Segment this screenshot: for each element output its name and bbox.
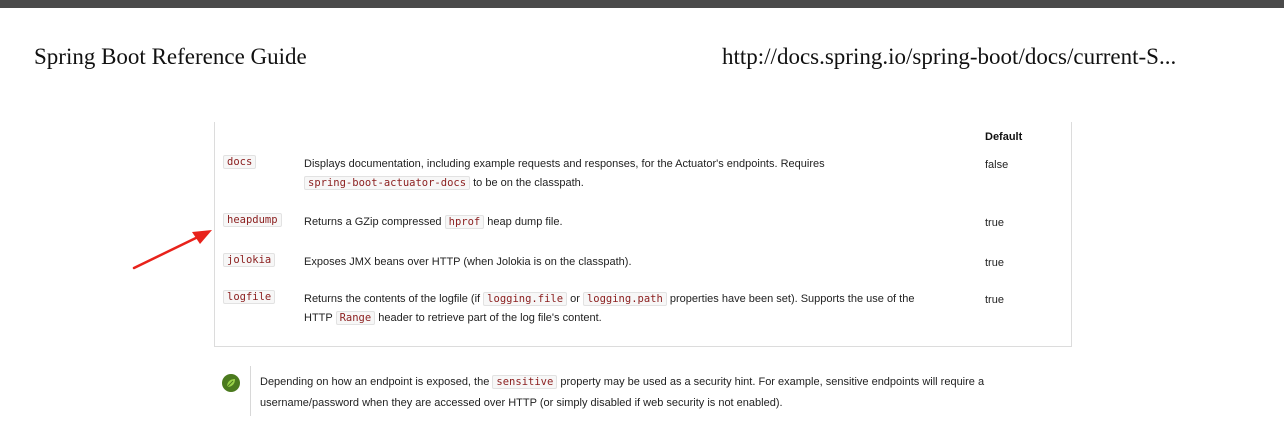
page-title: Spring Boot Reference Guide — [34, 44, 307, 69]
inline-code: logging.path — [582, 292, 667, 306]
description-text: or — [570, 293, 580, 305]
endpoint-id: logfile — [223, 290, 276, 304]
inline-code: sensitive — [492, 375, 558, 389]
endpoint-id: jolokia — [223, 253, 276, 267]
endpoint-description: Displays documentation, including exampl… — [304, 155, 974, 193]
inline-code: spring-boot-actuator-docs — [304, 176, 471, 190]
description-text: Exposes JMX beans over HTTP (when Joloki… — [304, 256, 632, 268]
inline-code: hprof — [444, 215, 485, 229]
endpoint-description: Exposes JMX beans over HTTP (when Joloki… — [304, 253, 974, 272]
inline-code: logging.file — [483, 292, 568, 306]
security-note: Depending on how an endpoint is exposed,… — [260, 372, 1040, 414]
endpoint-description: Returns the contents of the logfile (if … — [304, 290, 974, 328]
note-text: Depending on how an endpoint is exposed,… — [260, 376, 490, 388]
endpoint-default: true — [985, 257, 1004, 269]
endpoint-id: heapdump — [223, 213, 282, 227]
red-arrow-annotation — [132, 230, 212, 270]
endpoint-id: docs — [223, 155, 257, 169]
description-text: heap dump file. — [487, 216, 563, 228]
endpoint-description: Returns a GZip compressed hprof heap dum… — [304, 213, 974, 232]
spring-leaf-icon — [222, 374, 240, 392]
note-divider — [250, 366, 251, 416]
inline-code: Range — [335, 311, 376, 325]
endpoint-default: true — [985, 294, 1004, 306]
top-bar — [0, 0, 1284, 8]
description-text: properties have been set). Supports the … — [669, 293, 915, 305]
description-text: header to retrieve part of the log file'… — [378, 312, 602, 324]
endpoint-default: true — [985, 217, 1004, 229]
description-text: to be on the classpath. — [473, 177, 584, 189]
description-text: Returns a GZip compressed — [304, 216, 442, 228]
description-text: Displays documentation, including exampl… — [304, 158, 825, 170]
description-text: Returns the contents of the logfile (if — [304, 293, 481, 305]
default-column-header: Default — [985, 131, 1023, 143]
description-text: HTTP — [304, 312, 333, 324]
page-url: http://docs.spring.io/spring-boot/docs/c… — [722, 44, 1177, 69]
endpoint-default: false — [985, 159, 1009, 171]
